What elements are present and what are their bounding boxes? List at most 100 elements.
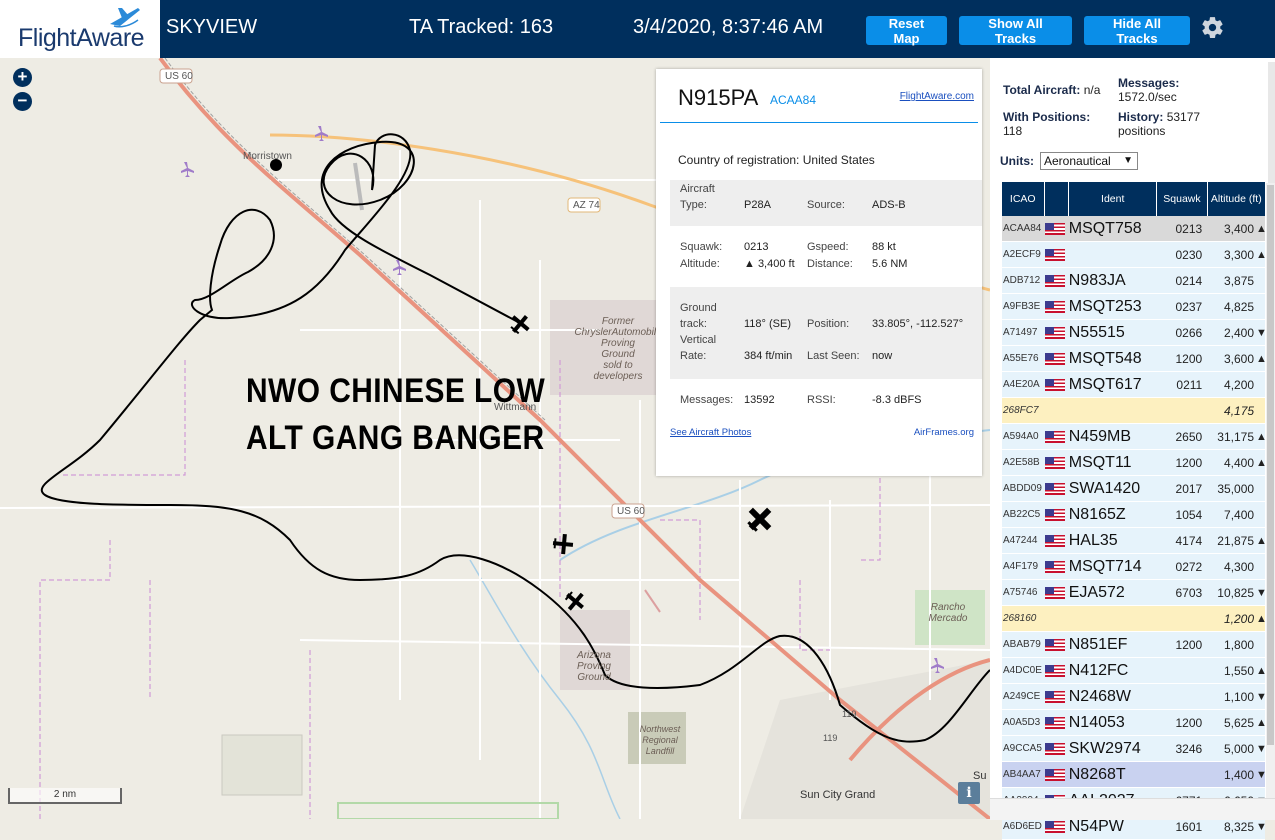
zoom-in-button[interactable]: + <box>13 68 32 87</box>
row-altitude: 4,175 <box>1224 403 1255 418</box>
us-flag-icon <box>1044 560 1065 573</box>
airstrip <box>353 162 364 211</box>
table-scrollbar[interactable] <box>1266 183 1275 798</box>
flightaware-link[interactable]: FlightAware.com <box>900 91 974 102</box>
table-row[interactable]: A71497 N55515 0266 2,400 ▼ <box>1002 320 1267 346</box>
table-row[interactable]: ADB712 N983JA 0214 3,875 <box>1002 268 1265 294</box>
row-altitude: 4,300 <box>1224 559 1255 574</box>
logo-text: FlightAware <box>18 24 145 52</box>
row-altitude: 21,875 <box>1217 533 1254 548</box>
table-row[interactable]: AB4AA7 N8268T 1,400 ▼ <box>1002 762 1267 788</box>
table-row[interactable]: A4E20A MSQT617 0211 4,200 <box>1002 372 1265 398</box>
us-flag-icon <box>1044 664 1065 677</box>
row-icao: A594A0 <box>1003 431 1039 442</box>
units-selected-value: Aeronautical <box>1044 154 1111 168</box>
row-trend-icon: ▼ <box>1256 768 1267 781</box>
row-ident: N8165Z <box>1068 505 1126 523</box>
us-flag-icon <box>1044 534 1065 547</box>
row-trend-icon: ▲ <box>1256 222 1267 235</box>
overlay-line-2: ALT GANG BANGER <box>246 419 545 457</box>
info-button[interactable]: i <box>958 782 980 804</box>
total-aircraft-stat: Total Aircraft: n/a <box>1003 83 1100 97</box>
messages-stat-label: Messages: <box>1118 76 1180 90</box>
row-altitude: 3,400 <box>1223 221 1254 236</box>
table-row[interactable]: A0A5D3 N14053 1200 5,625 ▲ <box>1002 710 1267 736</box>
col-squawk[interactable]: Squawk <box>1157 182 1208 216</box>
row-ident: N14053 <box>1068 713 1125 731</box>
messages-stat: Messages: 1572.0/sec <box>1118 76 1228 104</box>
row-squawk: 2650 <box>1175 429 1203 444</box>
row-flag <box>1044 482 1069 495</box>
row-icao: A2ECF9 <box>1003 249 1041 260</box>
table-row[interactable]: A9CCA5 SKW2974 3246 5,000 ▼ <box>1002 736 1267 762</box>
gspeed-value: 88 kt <box>872 241 896 253</box>
table-row[interactable]: A4F179 MSQT714 0272 4,300 <box>1002 554 1265 580</box>
arizona-proving-label: Arizona Proving Ground <box>577 650 611 683</box>
aircraft-icon[interactable] <box>552 533 574 555</box>
row-ident: N54PW <box>1068 817 1124 835</box>
table-row[interactable]: A47244 HAL35 4174 21,875 ▲ <box>1002 528 1267 554</box>
table-row[interactable]: 268FC7 4,175 <box>1002 398 1265 424</box>
table-row[interactable]: A594A0 N459MB 2650 31,175 ▲ <box>1002 424 1267 450</box>
row-icao: A9FB3E <box>1003 301 1041 312</box>
top-bar: FlightAware SKYVIEW TA Tracked: 163 3/4/… <box>0 0 1275 58</box>
sidebar-scrollbar[interactable] <box>1268 62 1275 183</box>
zoom-out-button[interactable]: − <box>13 92 32 111</box>
aircraft-icon[interactable] <box>506 310 534 338</box>
table-row[interactable]: A75746 EJA572 6703 10,825 ▼ <box>1002 580 1267 606</box>
table-row[interactable]: A2E58B MSQT11 1200 4,400 ▲ <box>1002 450 1267 476</box>
rancho-mercado-label: Rancho Mercado <box>928 602 968 624</box>
show-all-tracks-button[interactable]: Show All Tracks <box>959 16 1072 46</box>
units-select[interactable]: Aeronautical ▼ <box>1040 152 1138 170</box>
table-row[interactable]: ABDD09 SWA1420 2017 35,000 <box>1002 476 1265 502</box>
logo[interactable]: FlightAware <box>0 0 160 58</box>
row-icao: A2E58B <box>1003 457 1040 468</box>
gear-icon[interactable] <box>1200 15 1225 40</box>
us-flag-icon <box>1044 716 1065 729</box>
reset-map-button[interactable]: Reset Map <box>866 16 947 46</box>
app-name: SKYVIEW <box>166 16 258 38</box>
col-altitude[interactable]: Altitude (ft) <box>1208 182 1265 216</box>
airframes-link[interactable]: AirFrames.org <box>914 427 974 438</box>
row-altitude: 4,200 <box>1224 377 1255 392</box>
table-row[interactable]: A249CE N2468W 1,100 ▼ <box>1002 684 1267 710</box>
hide-all-tracks-button[interactable]: Hide All Tracks <box>1084 16 1190 46</box>
row-flag <box>1044 274 1069 287</box>
aircraft-list-sidebar: Total Aircraft: n/a With Positions: 118 M… <box>990 58 1275 840</box>
aircraft-photos-link[interactable]: See Aircraft Photos <box>670 427 751 438</box>
us-flag-icon <box>1044 326 1065 339</box>
rssi-value: -8.3 dBFS <box>872 394 922 406</box>
chevron-down-icon: ▼ <box>1123 155 1133 166</box>
row-ident: SKW2974 <box>1068 739 1141 757</box>
row-icao: A6D6ED <box>1003 821 1042 832</box>
table-row[interactable]: 268160 1,200 ▲ <box>1002 606 1267 632</box>
us-flag-icon <box>1044 638 1065 651</box>
country-value: United States <box>802 153 875 167</box>
table-row[interactable]: ACAA84 MSQT758 0213 3,400 ▲ <box>1002 216 1267 242</box>
row-icao: A9CCA5 <box>1003 743 1042 754</box>
us-flag-icon <box>1044 300 1065 313</box>
scale-bar: 2 nm <box>8 788 122 804</box>
horizontal-scrollbar[interactable] <box>990 798 1275 820</box>
table-row[interactable]: AB22C5 N8165Z 1054 7,400 <box>1002 502 1265 528</box>
row-trend-icon: ▼ <box>1256 586 1267 599</box>
col-icao[interactable]: ICAO <box>1002 182 1045 216</box>
us-flag-icon <box>1044 222 1065 235</box>
row-squawk: 1200 <box>1175 351 1203 366</box>
vertical-rate-label: Vertical Rate: <box>680 334 717 362</box>
row-flag <box>1044 326 1069 339</box>
table-row[interactable]: A9FB3E MSQT253 0237 4,825 <box>1002 294 1265 320</box>
row-icao: A75746 <box>1003 587 1038 598</box>
table-row[interactable]: A4DC0E N412FC 1,550 ▲ <box>1002 658 1267 684</box>
row-ident: MSQT11 <box>1068 453 1132 471</box>
row-flag <box>1044 742 1069 755</box>
row-flag <box>1044 430 1069 443</box>
table-scroll-thumb[interactable] <box>1267 185 1274 745</box>
table-row[interactable]: A55E76 MSQT548 1200 3,600 ▲ <box>1002 346 1267 372</box>
row-altitude: 1,400 <box>1223 767 1254 782</box>
table-row[interactable]: ABAB79 N851EF 1200 1,800 <box>1002 632 1265 658</box>
row-squawk: 0211 <box>1176 377 1203 392</box>
col-ident[interactable]: Ident <box>1069 182 1158 216</box>
table-row[interactable]: A2ECF9 0230 3,300 ▲ <box>1002 242 1267 268</box>
row-flag <box>1044 690 1069 703</box>
